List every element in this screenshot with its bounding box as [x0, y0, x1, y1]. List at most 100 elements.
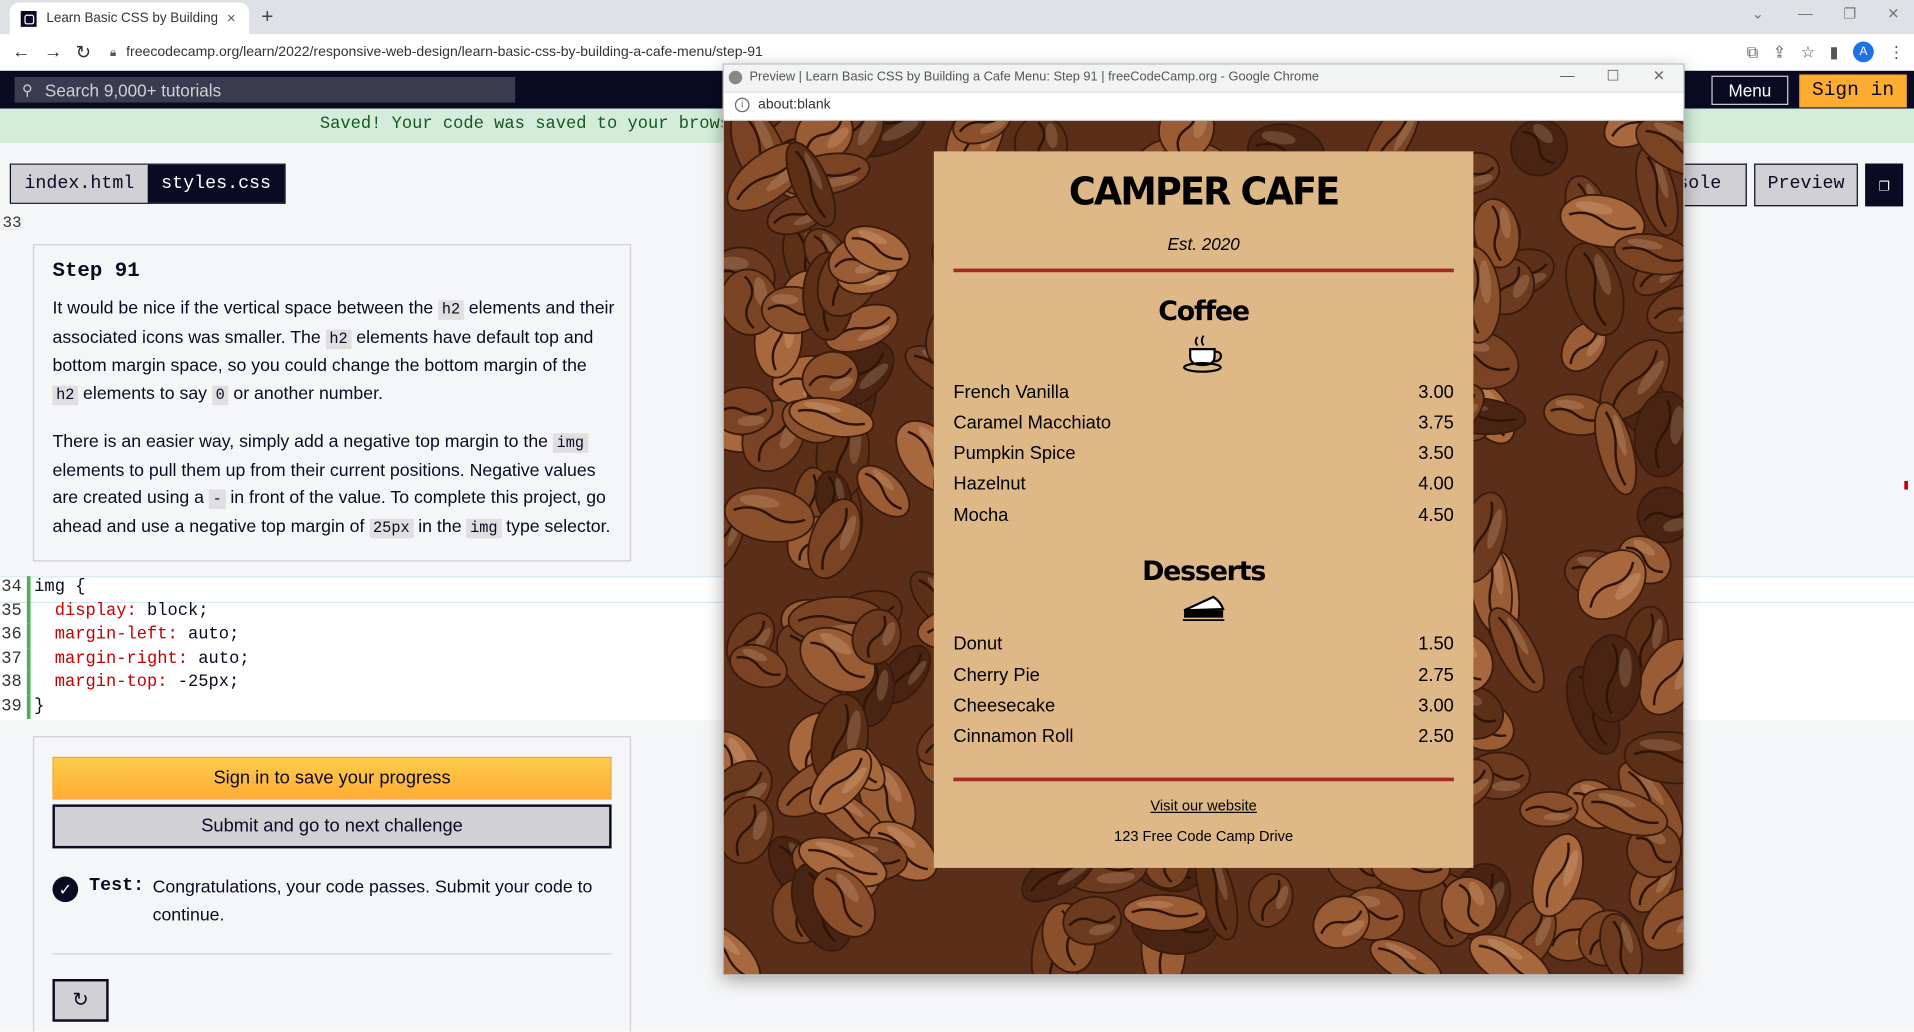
- item-name: French Vanilla: [953, 382, 1070, 403]
- test-label: Test:: [89, 875, 145, 896]
- changed-line-marker: [26, 647, 31, 672]
- css-value: block;: [147, 601, 209, 621]
- item-price: 3.50: [1418, 443, 1454, 464]
- address-bar[interactable]: 🔒︎ freecodecamp.org/learn/2022/responsiv…: [110, 39, 1709, 66]
- css-property: margin-left: [54, 624, 168, 645]
- changed-line-marker: [26, 599, 31, 624]
- bookmark-star-icon[interactable]: ☆: [1801, 42, 1815, 62]
- maximize-icon[interactable]: ☐: [1606, 67, 1619, 84]
- console-tab[interactable]: Console: [1682, 163, 1747, 207]
- coffee-cup-icon: [1182, 335, 1222, 373]
- browser-tab-strip: Learn Basic CSS by Building a Cafe Menu …: [0, 0, 1914, 35]
- cafe-menu-card: CAMPER CAFE Est. 2020 Coffee French Vani…: [933, 151, 1474, 868]
- css-property: margin-right: [54, 648, 178, 669]
- sign-in-save-button[interactable]: Sign in to save your progress: [52, 756, 612, 800]
- refresh-icon[interactable]: ↻: [52, 979, 109, 1022]
- file-tabs: index.html styles.css: [9, 163, 286, 204]
- item-name: Cherry Pie: [953, 665, 1040, 687]
- item-price: 2.75: [1418, 665, 1454, 687]
- search-icon: ⚲: [21, 81, 33, 99]
- changed-line-marker: [26, 671, 31, 696]
- close-tab-icon[interactable]: ×: [227, 10, 236, 27]
- new-tab-button[interactable]: +: [261, 5, 273, 29]
- inline-code: img: [552, 433, 588, 453]
- text: type selector.: [501, 516, 611, 537]
- popup-title-bar: Preview | Learn Basic CSS by Building a …: [723, 64, 1684, 93]
- code-line[interactable]: 39 }: [0, 695, 732, 719]
- preview-popup-window: Preview | Learn Basic CSS by Building a …: [722, 63, 1685, 976]
- info-icon[interactable]: i: [734, 97, 750, 113]
- submit-button[interactable]: Submit and go to next challenge: [52, 804, 612, 849]
- close-window-icon[interactable]: ✕: [1887, 5, 1899, 22]
- text: in the: [413, 516, 467, 537]
- lock-icon: 🔒︎: [109, 45, 117, 60]
- close-icon[interactable]: ✕: [1653, 67, 1665, 84]
- code-line[interactable]: 38 margin-top: -25px;: [0, 671, 732, 696]
- code-line[interactable]: 35 display: block;: [0, 599, 732, 624]
- step-description: Step 91 It would be nice if the vertical…: [32, 244, 632, 562]
- translate-icon[interactable]: ⧉: [1747, 42, 1758, 62]
- css-value: -25px;: [177, 672, 240, 693]
- test-message: Congratulations, your code passes. Submi…: [152, 877, 593, 925]
- changed-line-marker: [26, 576, 31, 600]
- line-number: 37: [1, 648, 22, 669]
- browser-tab[interactable]: Learn Basic CSS by Building a Cafe Menu …: [9, 2, 250, 35]
- code-line[interactable]: 37 margin-right: auto;: [0, 647, 732, 672]
- cafe-address: 123 Free Code Camp Drive: [1114, 827, 1294, 845]
- text: There is an easier way, simply add a neg…: [52, 432, 553, 452]
- code-text: }: [34, 696, 45, 716]
- changed-line-marker: [26, 695, 31, 719]
- preview-tab[interactable]: Preview: [1754, 163, 1858, 207]
- code-line[interactable]: 36 margin-left: auto;: [0, 623, 732, 648]
- search-placeholder: Search 9,000+ tutorials: [44, 79, 222, 100]
- item-name: Caramel Macchiato: [953, 412, 1112, 434]
- text: It would be nice if the vertical space b…: [52, 299, 439, 319]
- item-name: Hazelnut: [953, 473, 1026, 495]
- text: elements to say: [78, 383, 212, 404]
- item-name: Donut: [953, 633, 1003, 655]
- code-line[interactable]: 34 img {: [0, 576, 732, 600]
- item-price: 4.00: [1418, 473, 1454, 495]
- code-text: img {: [34, 577, 86, 597]
- css-property: display: [54, 601, 127, 621]
- inline-code: h2: [52, 385, 79, 405]
- item-name: Cheesecake: [953, 695, 1056, 717]
- menu-item: Pumpkin Spice 3.50: [953, 443, 1453, 464]
- visit-website-link[interactable]: Visit our website: [934, 797, 1474, 814]
- item-price: 2.50: [1418, 726, 1454, 748]
- line-number: 38: [1, 672, 22, 693]
- back-icon[interactable]: ←: [12, 42, 30, 63]
- side-panel-icon[interactable]: ▮: [1830, 42, 1839, 62]
- line-number: 34: [1, 577, 22, 597]
- tab-index-html[interactable]: index.html: [10, 164, 148, 203]
- reload-icon[interactable]: ↻: [76, 42, 91, 64]
- restore-icon[interactable]: ❐: [1843, 5, 1856, 22]
- forward-icon[interactable]: →: [44, 42, 62, 63]
- step-title: Step 91: [52, 260, 140, 284]
- item-price: 3.75: [1418, 412, 1454, 434]
- popup-address-bar[interactable]: i about:blank: [723, 92, 1684, 121]
- line-number: 36: [1, 624, 22, 645]
- inline-code: 25px: [369, 518, 414, 538]
- sign-in-button[interactable]: Sign in: [1799, 74, 1907, 108]
- line-number: 33: [2, 213, 22, 232]
- popout-preview-icon[interactable]: ❐: [1865, 163, 1904, 207]
- inline-code: 0: [211, 385, 229, 405]
- chrome-menu-icon[interactable]: ⋮: [1888, 42, 1904, 62]
- coffee-heading: Coffee: [1158, 296, 1250, 328]
- minimize-icon[interactable]: —: [1798, 5, 1813, 22]
- tab-search-icon[interactable]: ⌄: [1752, 5, 1764, 22]
- menu-button[interactable]: Menu: [1711, 75, 1789, 105]
- coffee-beans-background: CAMPER CAFE Est. 2020 Coffee French Vani…: [723, 120, 1684, 975]
- popup-url: about:blank: [758, 97, 831, 113]
- screen: Learn Basic CSS by Building a Cafe Menu …: [0, 0, 1914, 1032]
- css-value: auto;: [198, 648, 250, 669]
- menu-item: Cinnamon Roll 2.50: [953, 726, 1453, 747]
- minimize-icon[interactable]: —: [1560, 67, 1575, 84]
- tab-styles-css[interactable]: styles.css: [147, 164, 285, 203]
- profile-avatar[interactable]: A: [1853, 41, 1874, 63]
- search-input[interactable]: ⚲ Search 9,000+ tutorials: [14, 76, 516, 103]
- share-icon[interactable]: ⇪: [1773, 42, 1786, 62]
- line-number: 35: [1, 601, 22, 621]
- address-url[interactable]: freecodecamp.org/learn/2022/responsive-w…: [126, 45, 763, 60]
